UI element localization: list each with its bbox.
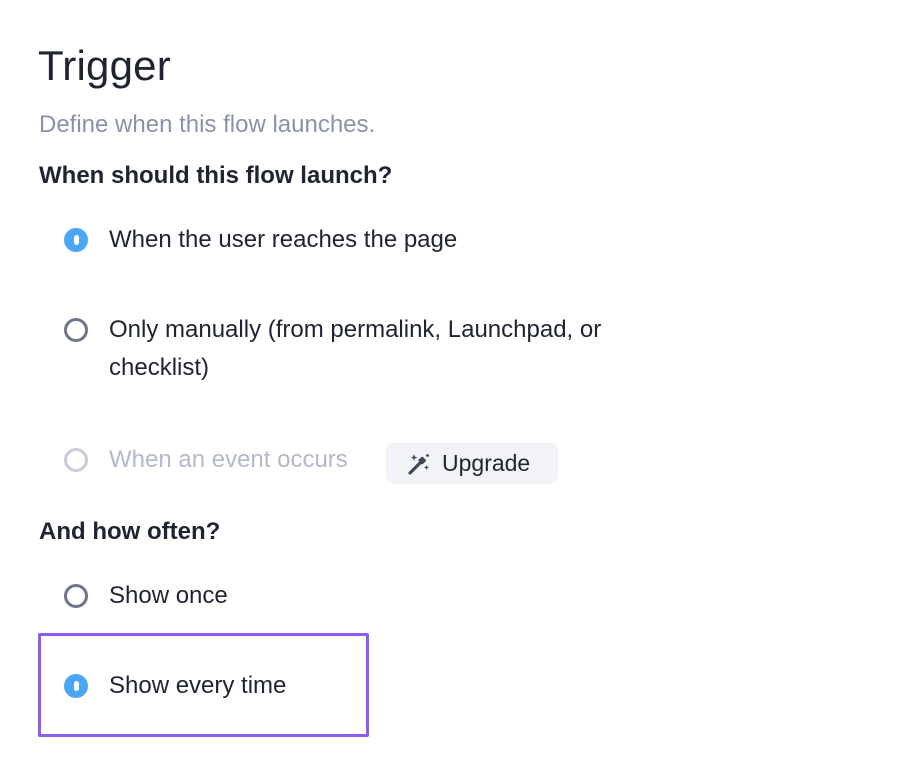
frequency-option-every-time[interactable]: Show every time	[64, 671, 286, 705]
launch-option-manual[interactable]: Only manually (from permalink, Launchpad…	[64, 315, 704, 387]
frequency-option-once[interactable]: Show once	[64, 581, 228, 615]
launch-option-label: Only manually (from permalink, Launchpad…	[109, 316, 602, 381]
launch-option-page-reach[interactable]: When the user reaches the page	[64, 225, 457, 259]
radio-checked-icon[interactable]	[64, 228, 88, 252]
frequency-option-label: Show every time	[109, 672, 287, 699]
upgrade-button[interactable]: Upgrade	[386, 443, 558, 484]
magic-wand-icon	[408, 453, 429, 475]
page-title: Trigger	[38, 42, 171, 89]
frequency-question: And how often?	[39, 518, 221, 545]
radio-checked-icon[interactable]	[64, 674, 88, 698]
launch-option-label: When an event occurs	[109, 446, 348, 473]
launch-option-event: When an event occurs	[64, 445, 348, 479]
radio-disabled-icon	[64, 448, 88, 472]
launch-option-label: When the user reaches the page	[109, 226, 458, 253]
page-subtitle: Define when this flow launches.	[39, 111, 376, 138]
launch-question: When should this flow launch?	[39, 162, 393, 189]
radio-unchecked-icon[interactable]	[64, 584, 88, 608]
frequency-option-label: Show once	[109, 582, 228, 609]
upgrade-label: Upgrade	[442, 450, 531, 476]
radio-unchecked-icon[interactable]	[64, 318, 88, 342]
